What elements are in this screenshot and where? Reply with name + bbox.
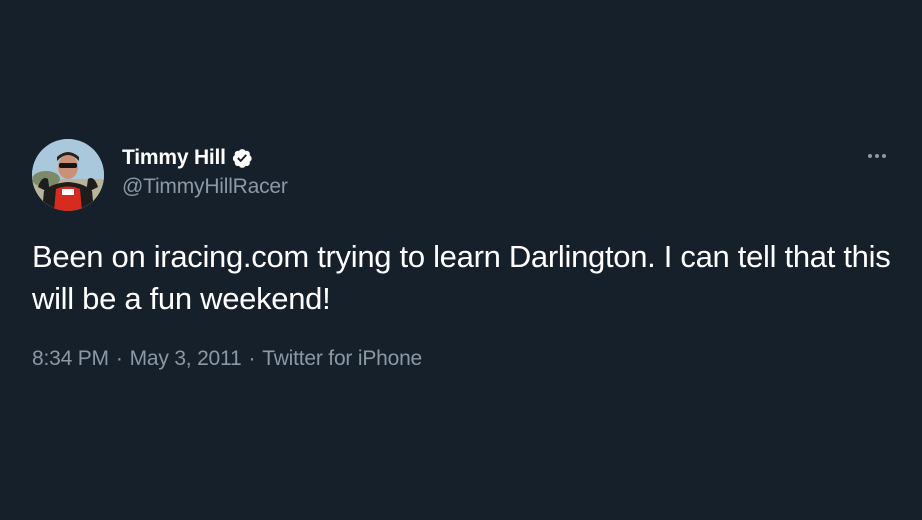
separator: · <box>248 347 256 370</box>
tweet-card: Timmy Hill @TimmyHillRacer Been on iraci… <box>0 0 922 520</box>
more-dot <box>868 154 872 158</box>
tweet-date[interactable]: May 3, 2011 <box>130 347 242 371</box>
tweet-text: Been on iracing.com trying to learn Darl… <box>32 239 891 316</box>
author-block: Timmy Hill @TimmyHillRacer <box>122 143 288 199</box>
tweet-time[interactable]: 8:34 PM <box>32 347 109 371</box>
more-dot <box>875 154 879 158</box>
avatar[interactable] <box>32 139 104 211</box>
author-handle[interactable]: @TimmyHillRacer <box>122 175 288 199</box>
more-options-icon[interactable] <box>862 145 892 167</box>
more-dot <box>882 154 886 158</box>
name-row: Timmy Hill <box>122 143 288 173</box>
separator: · <box>115 347 123 370</box>
verified-badge-icon <box>231 147 253 169</box>
avatar-photo <box>32 139 104 211</box>
tweet-source[interactable]: Twitter for iPhone <box>262 347 422 371</box>
tweet-metadata: 8:34 PM · May 3, 2011 · Twitter for iPho… <box>32 347 422 371</box>
author-display-name[interactable]: Timmy Hill <box>122 146 226 170</box>
